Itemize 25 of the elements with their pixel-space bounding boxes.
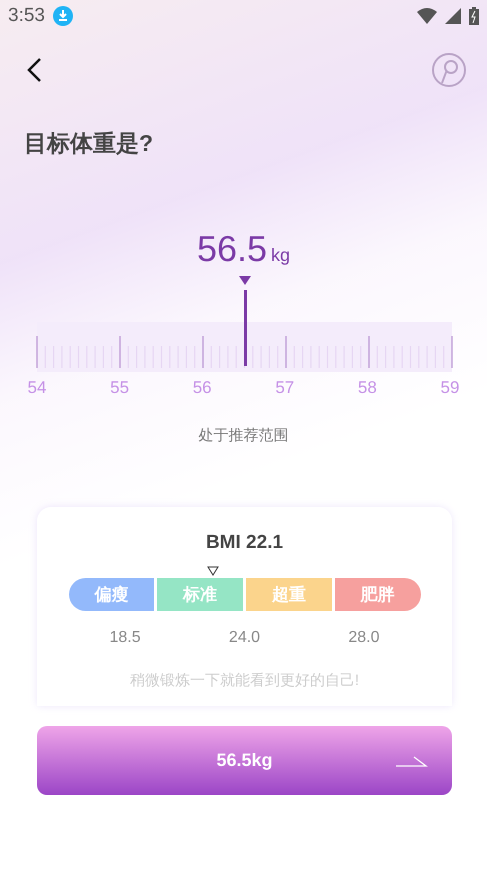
ruler-label: 58 (356, 378, 378, 398)
bmi-segment: 标准 (157, 578, 243, 611)
bmi-segment: 肥胖 (334, 578, 420, 611)
bmi-threshold: 18.5 (110, 629, 141, 647)
bmi-segment: 偏瘦 (68, 578, 154, 611)
bmi-title: BMI 22.1 (206, 532, 284, 554)
ruler-label: 55 (109, 378, 130, 398)
bmi-threshold: 24.0 (228, 629, 260, 647)
weight-value: 56.5 (196, 228, 268, 270)
status-time: 3:53 (8, 5, 45, 27)
weight-unit: kg (271, 245, 290, 266)
ruler-label: 54 (26, 378, 48, 398)
ruler-label: 56 (192, 378, 213, 398)
page-title: 目标体重是? (24, 129, 154, 158)
wifi-icon (417, 8, 437, 24)
download-icon (52, 6, 73, 26)
ruler-pointer[interactable] (238, 276, 252, 366)
signal-icon (445, 8, 461, 24)
battery-icon (469, 7, 479, 25)
bmi-threshold: 28.0 (348, 629, 380, 647)
ruler-label: 59 (440, 378, 460, 398)
ruler-label: 57 (274, 378, 296, 398)
bmi-segment: 超重 (246, 578, 332, 611)
next-button[interactable]: 56.5kg (37, 726, 452, 795)
range-hint: 处于推荐范围 (198, 426, 288, 445)
